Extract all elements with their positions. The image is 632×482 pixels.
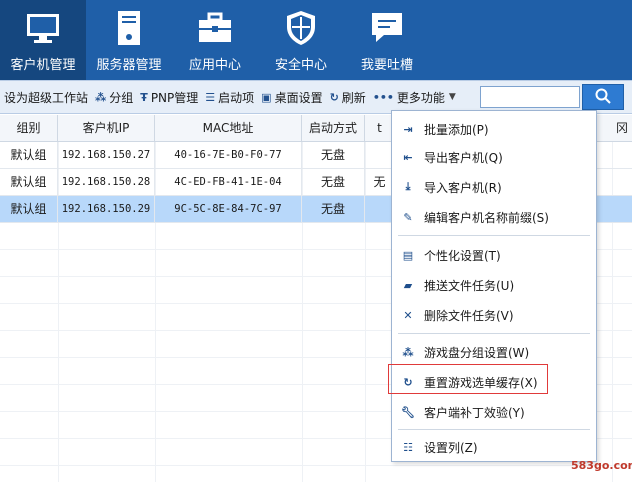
toolbox-icon xyxy=(195,8,235,48)
cell-ip: 192.168.150.29 xyxy=(58,196,155,223)
refresh-icon: ↻ xyxy=(329,90,339,104)
search-button[interactable] xyxy=(582,84,624,110)
menu-item-label: 个性化设置(T) xyxy=(424,248,501,263)
personalize-icon: ▤ xyxy=(402,248,414,262)
column-header-mac[interactable]: MAC地址 xyxy=(155,115,302,142)
menu-item-client-patch-verify[interactable]: 🔧︎ 客户端补丁效验(Y) xyxy=(392,398,596,426)
pnp-button[interactable]: Ŧ PNP管理 xyxy=(140,89,198,106)
menu-item-set-columns[interactable]: ☷ 设置列(Z) xyxy=(392,433,596,461)
toolbar-label: 刷新 xyxy=(341,90,366,105)
nav-client-management[interactable]: 客户机管理 xyxy=(0,0,86,80)
more-functions-button[interactable]: ••• 更多功能 ▼ xyxy=(373,89,456,106)
batch-add-icon: ⇥ xyxy=(403,122,413,136)
group-button[interactable]: ⁂ 分组 xyxy=(95,89,133,106)
menu-item-label: 删除文件任务(V) xyxy=(424,308,514,323)
cell-mac: 9C-5C-8E-84-7C-97 xyxy=(155,196,302,223)
chat-icon xyxy=(367,8,407,48)
monitor-icon xyxy=(23,8,63,48)
delete-icon: ✕ xyxy=(403,308,413,322)
nav-label: 客户机管理 xyxy=(10,58,76,73)
nav-label: 我要吐槽 xyxy=(360,58,413,73)
menu-item-label: 推送文件任务(U) xyxy=(424,278,515,293)
cell-group: 默认组 xyxy=(0,169,58,196)
menu-item-personalize[interactable]: ▤ 个性化设置(T) xyxy=(392,241,596,269)
cell-mac: 40-16-7E-B0-F0-77 xyxy=(155,142,302,169)
cell-mac: 4C-ED-FB-41-1E-04 xyxy=(155,169,302,196)
ellipsis-icon: ••• xyxy=(372,90,394,104)
cell-ip: 192.168.150.27 xyxy=(58,142,155,169)
shield-icon xyxy=(281,8,321,48)
picture-icon: ▣ xyxy=(261,90,272,104)
column-header-group[interactable]: 组别 xyxy=(0,115,58,142)
toolbar-label: 设为超级工作站 xyxy=(4,90,89,105)
nav-label: 安全中心 xyxy=(274,58,327,73)
menu-item-label: 设置列(Z) xyxy=(424,440,478,455)
menu-item-label: 批量添加(P) xyxy=(424,122,489,137)
menu-item-export[interactable]: ⇤ 导出客户机(Q) xyxy=(392,143,596,171)
highlight-box xyxy=(388,364,548,394)
toolbar-label: 分组 xyxy=(109,90,134,105)
menu-item-label: 编辑客户机名称前缀(S) xyxy=(424,210,549,225)
menu-item-label: 游戏盘分组设置(W) xyxy=(424,345,530,360)
nav-security-center[interactable]: 安全中心 xyxy=(258,0,344,80)
cell-boot: 无盘 xyxy=(302,196,365,223)
watermark: 583go.com xyxy=(571,459,632,472)
menu-item-label: 客户端补丁效验(Y) xyxy=(424,405,525,420)
search-icon xyxy=(595,88,611,107)
cell-ip: 192.168.150.28 xyxy=(58,169,155,196)
cell-group: 默认组 xyxy=(0,196,58,223)
cell-boot: 无盘 xyxy=(302,169,365,196)
desktop-settings-button[interactable]: ▣ 桌面设置 xyxy=(261,89,322,106)
nav-feedback[interactable]: 我要吐槽 xyxy=(344,0,430,80)
toolbar-label: PNP管理 xyxy=(150,90,199,105)
menu-item-edit-prefix[interactable]: ✎ 编辑客户机名称前缀(S) xyxy=(392,203,596,231)
server-icon xyxy=(109,8,149,48)
nav-label: 服务器管理 xyxy=(96,58,162,73)
toolbar-label: 启动项 xyxy=(218,90,255,105)
menu-separator xyxy=(398,333,590,334)
cell-boot: 无盘 xyxy=(302,142,365,169)
column-header-ip[interactable]: 客户机IP xyxy=(58,115,155,142)
cell-group: 默认组 xyxy=(0,142,58,169)
nav-app-center[interactable]: 应用中心 xyxy=(172,0,258,80)
refresh-button[interactable]: ↻ 刷新 xyxy=(330,89,366,106)
folder-icon: ▰ xyxy=(403,278,413,292)
pnp-icon: Ŧ xyxy=(140,90,148,104)
menu-item-batch-add[interactable]: ⇥ 批量添加(P) xyxy=(392,115,596,143)
top-navigation: 客户机管理 服务器管理 应用中心 安全中心 我要吐槽 xyxy=(0,0,632,80)
menu-item-game-disk-group[interactable]: ⁂ 游戏盘分组设置(W) xyxy=(392,338,596,366)
more-functions-menu: ⇥ 批量添加(P) ⇤ 导出客户机(Q) ⤓ 导入客户机(R) ✎ 编辑客户机名… xyxy=(391,110,597,462)
menu-separator xyxy=(398,429,590,430)
menu-item-import[interactable]: ⤓ 导入客户机(R) xyxy=(392,173,596,201)
menu-item-label: 导出客户机(Q) xyxy=(424,150,503,165)
import-icon: ⤓ xyxy=(405,180,411,193)
menu-separator xyxy=(398,235,590,236)
menu-item-push-files[interactable]: ▰ 推送文件任务(U) xyxy=(392,271,596,299)
toolbar-label: 更多功能 xyxy=(396,90,445,105)
nav-label: 应用中心 xyxy=(188,58,241,73)
group-dots-icon: ⁂ xyxy=(402,345,414,359)
group-icon: ⁂ xyxy=(95,90,107,104)
export-icon: ⇤ xyxy=(403,150,413,164)
menu-item-label: 导入客户机(R) xyxy=(424,180,502,195)
nav-server-management[interactable]: 服务器管理 xyxy=(86,0,172,80)
edit-icon: ✎ xyxy=(403,210,413,224)
list-icon: ☰ xyxy=(205,90,216,104)
wrench-icon: 🔧︎ xyxy=(401,405,415,419)
boot-items-button[interactable]: ☰ 启动项 xyxy=(205,89,254,106)
toolbar-label: 桌面设置 xyxy=(274,90,323,105)
set-super-workstation-button[interactable]: 设为超级工作站 xyxy=(4,89,88,106)
chevron-down-icon: ▼ xyxy=(448,92,456,102)
search-input[interactable] xyxy=(480,86,580,108)
column-header-partial-right[interactable]: 冈 xyxy=(612,115,632,142)
columns-icon: ☷ xyxy=(403,440,413,454)
column-header-boot[interactable]: 启动方式 xyxy=(302,115,365,142)
menu-item-delete-files[interactable]: ✕ 删除文件任务(V) xyxy=(392,301,596,329)
